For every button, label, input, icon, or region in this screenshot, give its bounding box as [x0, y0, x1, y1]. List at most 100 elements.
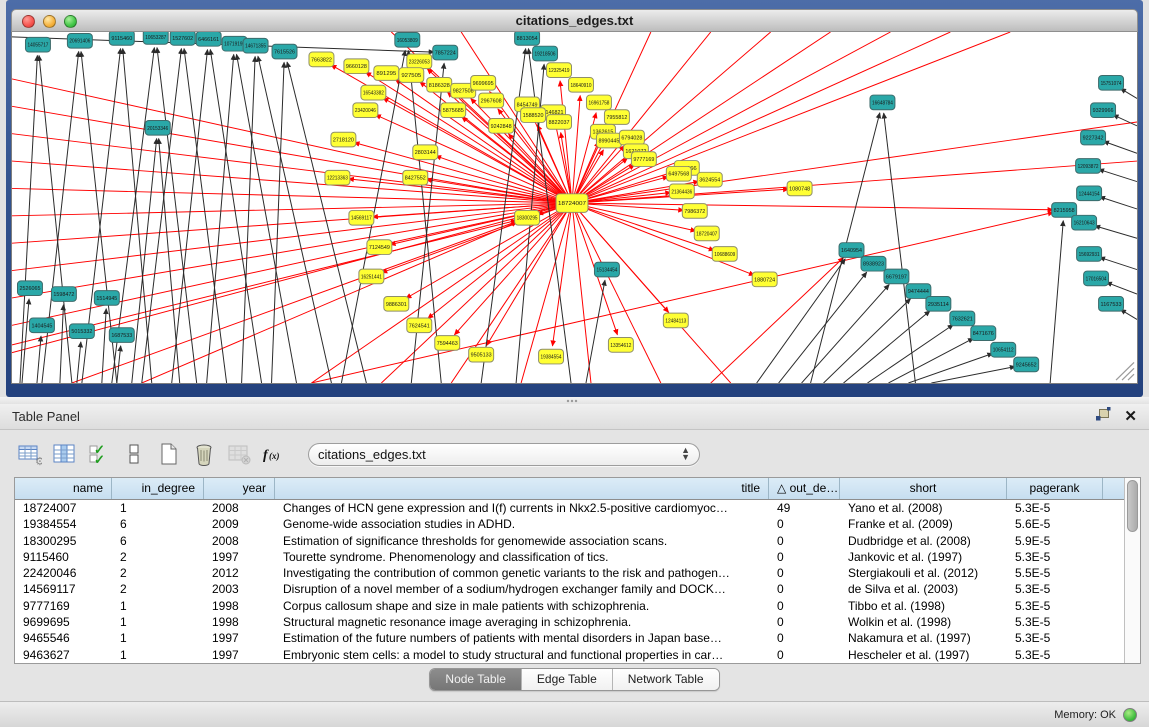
graph-node[interactable]: 9242848: [489, 119, 514, 134]
scrollbar-thumb[interactable]: [1127, 480, 1138, 532]
graph-node[interactable]: 10653287: [143, 32, 168, 44]
column-header-name[interactable]: name: [15, 478, 112, 499]
graph-edge[interactable]: [552, 203, 572, 346]
graph-edge[interactable]: [931, 367, 1015, 383]
graph-edge[interactable]: [867, 325, 953, 383]
graph-node[interactable]: 12484113: [663, 313, 688, 328]
graph-edge[interactable]: [159, 139, 180, 383]
column-header-title[interactable]: title: [275, 478, 769, 499]
graph-node[interactable]: 9245652: [1014, 357, 1039, 372]
graph-node[interactable]: 16961758: [586, 95, 611, 110]
graph-node[interactable]: 19384554: [539, 349, 564, 364]
graph-edge[interactable]: [37, 336, 41, 383]
graph-node[interactable]: 2526065: [17, 281, 42, 296]
table-row[interactable]: 1872400712008Changes of HCN gene express…: [15, 500, 1124, 516]
graph-node[interactable]: 7857224: [433, 45, 458, 60]
table-row[interactable]: 911546021997Tourette syndrome. Phenomeno…: [15, 549, 1124, 565]
column-header-short[interactable]: short: [840, 478, 1007, 499]
graph-edge[interactable]: [1099, 169, 1137, 181]
graph-node[interactable]: 9699695: [471, 76, 496, 91]
graph-edge[interactable]: [12, 203, 572, 298]
table-row[interactable]: 946554611997Estimation of the future num…: [15, 630, 1124, 646]
graph-node[interactable]: 23420046: [353, 103, 378, 118]
import-table-icon[interactable]: [224, 440, 254, 468]
function-builder-icon[interactable]: f (x): [259, 440, 289, 468]
graph-node[interactable]: 1080748: [787, 181, 812, 196]
memory-ok-indicator-icon[interactable]: [1123, 708, 1137, 722]
graph-edge[interactable]: [1095, 226, 1137, 239]
graph-node[interactable]: 1404545: [29, 318, 54, 333]
graph-node[interactable]: 8990445: [596, 133, 621, 148]
graph-node[interactable]: 5875685: [441, 103, 466, 118]
graph-edge[interactable]: [908, 353, 992, 383]
graph-node[interactable]: 20691406: [67, 33, 92, 48]
graph-node[interactable]: 9227342: [1081, 130, 1106, 145]
graph-edge[interactable]: [1100, 197, 1137, 209]
show-columns-icon[interactable]: [49, 440, 79, 468]
tab-network-table[interactable]: Network Table: [612, 669, 719, 690]
network-window-titlebar[interactable]: citations_edges.txt: [11, 9, 1138, 32]
graph-node[interactable]: 16210643: [1072, 215, 1097, 230]
graph-node[interactable]: 18720407: [694, 226, 719, 241]
graph-node[interactable]: 15692931: [1077, 247, 1102, 262]
panel-split-divider[interactable]: [0, 397, 1149, 404]
graph-edge[interactable]: [1103, 141, 1137, 153]
divider-handle-icon[interactable]: [566, 399, 578, 403]
graph-node[interactable]: 12444154: [1077, 186, 1102, 201]
graph-node[interactable]: 17016504: [1084, 271, 1109, 286]
graph-node[interactable]: 927505: [399, 68, 424, 83]
graph-node[interactable]: 2967608: [479, 93, 504, 108]
graph-edge[interactable]: [1050, 221, 1063, 383]
graph-edge[interactable]: [884, 113, 916, 383]
graph-node[interactable]: 8813054: [515, 32, 540, 45]
graph-edge[interactable]: [258, 56, 332, 383]
graph-edge[interactable]: [1113, 115, 1137, 126]
graph-node[interactable]: 1527602: [170, 32, 195, 45]
graph-node[interactable]: 10688609: [712, 247, 737, 262]
graph-node[interactable]: 7615526: [272, 44, 297, 59]
graph-node[interactable]: 2935114: [926, 296, 951, 311]
graph-node[interactable]: 7624541: [407, 318, 432, 333]
graph-edge[interactable]: [824, 299, 911, 383]
graph-node[interactable]: 8186328: [427, 77, 452, 92]
float-panel-icon[interactable]: [1095, 406, 1112, 427]
graph-node[interactable]: 10654112: [991, 342, 1016, 357]
graph-node[interactable]: 8215958: [1052, 203, 1077, 218]
graph-node[interactable]: 9505133: [469, 347, 494, 362]
graph-edge[interactable]: [132, 139, 157, 383]
graph-edge[interactable]: [117, 346, 121, 383]
graph-node[interactable]: 8427552: [403, 170, 428, 185]
graph-edge[interactable]: [210, 49, 261, 383]
tab-node-table[interactable]: Node Table: [430, 669, 521, 690]
graph-node[interactable]: 16053809: [395, 32, 420, 47]
delete-table-icon[interactable]: [189, 440, 219, 468]
graph-node[interactable]: 7663822: [309, 52, 334, 67]
graph-edge[interactable]: [20, 55, 37, 383]
graph-node[interactable]: 8471676: [971, 326, 996, 341]
graph-node[interactable]: 9777169: [631, 152, 656, 167]
graph-edge[interactable]: [77, 342, 81, 383]
graph-node[interactable]: 18300295: [515, 210, 540, 225]
graph-edge[interactable]: [242, 56, 256, 383]
column-header-in_degree[interactable]: in_degree: [112, 478, 204, 499]
graph-node[interactable]: 23226053: [407, 54, 432, 69]
graph-edge[interactable]: [572, 161, 1137, 203]
close-panel-icon[interactable]: ✕: [1124, 410, 1137, 424]
graph-node[interactable]: 8938923: [861, 256, 886, 271]
graph-edge[interactable]: [1120, 88, 1137, 98]
graph-edge[interactable]: [779, 272, 867, 383]
graph-node[interactable]: 7594463: [435, 336, 460, 351]
graph-node[interactable]: 9329966: [1091, 103, 1116, 118]
graph-node[interactable]: 14055717: [25, 37, 50, 52]
graph-node[interactable]: 6466161: [196, 32, 221, 46]
graph-edge[interactable]: [12, 161, 572, 203]
graph-edge[interactable]: [462, 117, 572, 203]
graph-node[interactable]: 18724007: [556, 194, 588, 213]
column-header-year[interactable]: year: [204, 478, 275, 499]
graph-node[interactable]: 1880724: [752, 272, 777, 287]
graph-node[interactable]: 1598472: [51, 287, 76, 302]
graph-edge[interactable]: [1106, 282, 1137, 294]
graph-node[interactable]: 6497568: [666, 166, 691, 181]
graph-node[interactable]: 891295: [374, 66, 399, 81]
graph-node[interactable]: 9474444: [906, 284, 931, 299]
